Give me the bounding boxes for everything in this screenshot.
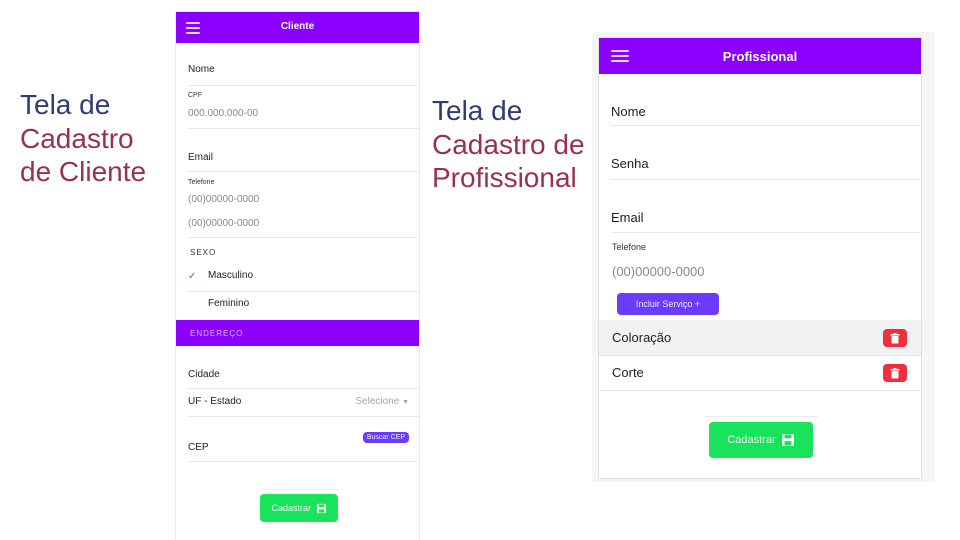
buscar-cep-button[interactable]: Buscar CEP [362, 432, 409, 443]
caption-line: de Cliente [20, 156, 147, 188]
profissional-card: Profissional Nome Senha Email Telefone (… [599, 38, 921, 478]
cadastrar-button[interactable]: Cadastrar [260, 494, 338, 522]
cadastrar-label: Cadastrar [271, 503, 311, 513]
cep-field[interactable]: CEP Buscar CEP [188, 432, 419, 462]
floppy-disk-icon [781, 434, 794, 446]
nome-label: Nome [611, 104, 646, 119]
trash-icon [890, 368, 900, 379]
nome-field[interactable]: Nome [611, 104, 921, 126]
cpf-field[interactable]: CPF 000.000.000-00 [188, 92, 419, 129]
cidade-label: Cidade [188, 369, 220, 380]
delete-button[interactable] [883, 329, 907, 347]
cadastrar-label: Cadastrar [727, 434, 776, 446]
radio-label: Masculino [208, 270, 254, 281]
uf-select-text: Selecione [355, 396, 400, 407]
nome-label: Nome [188, 64, 215, 75]
email-field[interactable]: Email [188, 152, 419, 172]
page-title: Profissional [722, 49, 798, 64]
email-field[interactable]: Email [611, 210, 921, 233]
caption-cadastro-cliente: Tela de Cadastro de Cliente [20, 88, 146, 189]
profissional-screen: Profissional Nome Senha Email Telefone (… [592, 32, 935, 482]
incluir-servico-button[interactable]: Incluir Serviço + [617, 293, 719, 315]
caption-line: Profissional [432, 162, 577, 194]
telefone-placeholder[interactable]: (00)00000-0000 [612, 264, 705, 279]
telefone-label: Telefone [188, 179, 215, 186]
check-icon: ✓ [188, 271, 197, 282]
telefone-placeholder: (00)00000-0000 [188, 218, 260, 229]
telefone-field[interactable]: Telefone (00)00000-0000 (00)00000-0000 [188, 179, 419, 238]
caption-line: Cadastro [20, 122, 134, 154]
nome-field[interactable]: Nome [188, 64, 419, 86]
senha-label: Senha [611, 156, 649, 171]
senha-field[interactable]: Senha [611, 156, 921, 180]
cpf-placeholder: 000.000.000-00 [188, 108, 259, 119]
email-label: Email [188, 152, 214, 163]
divider [261, 489, 339, 490]
caption-cadastro-profissional: Tela de Cadastro de Profissional [432, 94, 585, 195]
servico-label: Coloração [612, 330, 672, 345]
cadastrar-button[interactable]: Cadastrar [709, 422, 813, 458]
divider [704, 416, 818, 417]
cep-label: CEP [188, 442, 209, 453]
cliente-app-bar: Cliente [176, 12, 419, 43]
list-item: Corte [599, 356, 921, 391]
telefone-label: Telefone [612, 242, 647, 252]
radio-masculino[interactable]: ✓ Masculino [188, 267, 419, 292]
trash-icon [890, 333, 900, 344]
sexo-label: SEXO [190, 248, 217, 257]
list-item: Coloração [599, 320, 921, 356]
endereco-label: ENDEREÇO [190, 329, 244, 338]
cidade-field[interactable]: Cidade [188, 369, 419, 389]
uf-select-value: Selecione ▼ [355, 396, 409, 407]
telefone-placeholder: (00)00000-0000 [188, 194, 260, 205]
email-label: Email [611, 210, 644, 225]
uf-select[interactable]: UF - Estado Selecione ▼ [188, 396, 419, 417]
servico-label: Corte [612, 365, 644, 380]
profissional-app-bar: Profissional [599, 38, 921, 74]
radio-label: Feminino [208, 298, 250, 309]
caption-line: Tela de [432, 95, 523, 126]
delete-button[interactable] [883, 364, 907, 382]
floppy-disk-icon [316, 504, 326, 514]
cliente-screen: Cliente Nome CPF 000.000.000-00 Email Te… [176, 12, 419, 540]
caption-line: Cadastro de [432, 128, 585, 160]
radio-feminino[interactable]: Feminino [188, 295, 419, 319]
endereco-section-header: ENDEREÇO [176, 320, 419, 346]
dropdown-caret-icon: ▼ [402, 399, 409, 406]
page-title: Cliente [280, 21, 315, 32]
caption-line: Tela de [20, 89, 111, 120]
uf-label: UF - Estado [188, 396, 242, 407]
cpf-label: CPF [188, 92, 202, 99]
